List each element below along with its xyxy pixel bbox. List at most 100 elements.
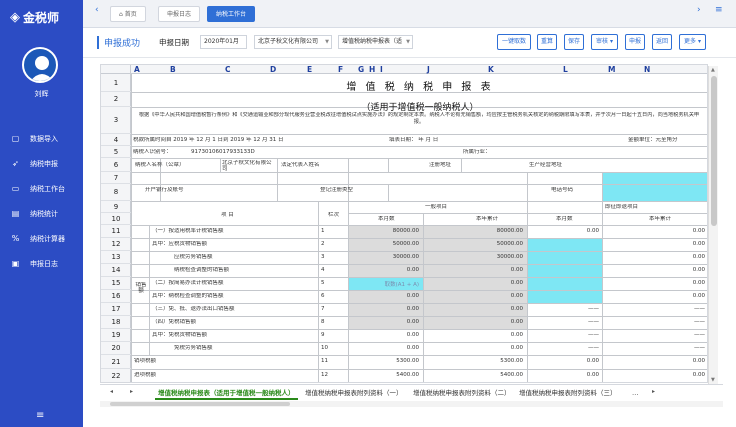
sidebar-item-data-import[interactable]: ▢ 数据导入 (0, 126, 83, 151)
column-label[interactable]: N (644, 65, 650, 74)
row-number[interactable]: 6 (101, 158, 131, 172)
general-year-value[interactable]: 0.00 (427, 293, 523, 299)
general-this-month-value[interactable]: 0.00 (351, 319, 419, 325)
immediate-this-month-value[interactable]: —— (529, 332, 599, 338)
row-number[interactable]: 5 (101, 146, 131, 158)
row-number[interactable]: 4 (101, 134, 131, 146)
row-number[interactable]: 21 (101, 355, 131, 369)
sheet-tabs-more[interactable]: … (629, 387, 642, 400)
immediate-this-month-value[interactable]: 0.00 (529, 372, 599, 378)
submit-button[interactable]: 申报 (625, 34, 645, 50)
general-this-month-value[interactable]: 5400.00 (351, 372, 419, 378)
column-label[interactable]: F (338, 65, 343, 74)
sheet-tab-schedule-3[interactable]: 增值税纳税申报表附列资料（三） (516, 387, 620, 400)
immediate-year-value[interactable]: 0.00 (605, 254, 705, 260)
sheet-horizontal-scrollbar[interactable] (100, 401, 723, 407)
tab-tax-workbench[interactable]: 纳税工作台 (207, 6, 256, 22)
scroll-thumb[interactable] (711, 76, 717, 226)
general-year-value[interactable]: 0.00 (427, 345, 523, 351)
sheet-tab-schedule-2[interactable]: 增值税纳税申报表附列资料（二） (410, 387, 514, 400)
general-year-value[interactable]: 80000.00 (427, 228, 523, 234)
tab-filing-log[interactable]: 申报日志 (158, 6, 201, 22)
immediate-this-month-value[interactable]: 0.00 (529, 228, 599, 234)
chevron-left-icon[interactable]: ‹ (95, 5, 99, 15)
immediate-year-value[interactable]: —— (605, 332, 705, 338)
sheet-vertical-scrollbar[interactable]: ▲ ▼ (708, 66, 718, 384)
general-year-value[interactable]: 50000.00 (427, 241, 523, 247)
back-button[interactable]: 返回 (652, 34, 672, 50)
save-button[interactable]: 保存 (564, 34, 584, 50)
menu-lines-icon[interactable]: ≡ (715, 5, 723, 15)
sheet-tab-main-form[interactable]: 增值税纳税申报表（适用于增值税一般纳税人） (155, 387, 298, 400)
row-number[interactable]: 16 (101, 290, 131, 303)
tab-home[interactable]: ⌂ 首页 (110, 6, 146, 22)
immediate-year-value[interactable]: 0.00 (605, 372, 705, 378)
general-year-value[interactable]: 5400.00 (427, 372, 523, 378)
column-label[interactable]: E (307, 65, 312, 74)
row-number[interactable]: 8 (101, 184, 131, 201)
row-number[interactable]: 11 (101, 225, 131, 238)
chevron-right-icon[interactable]: › (697, 5, 701, 15)
general-this-month-value[interactable]: 0.00 (351, 293, 419, 299)
general-this-month-value[interactable]: 30000.00 (351, 254, 419, 260)
general-this-month-value[interactable]: 取数(A1 + A) (351, 280, 419, 288)
immediate-year-value[interactable]: 0.00 (605, 241, 705, 247)
general-this-month-value[interactable]: 5300.00 (351, 358, 419, 364)
column-label[interactable]: D (270, 65, 276, 74)
row-number[interactable]: 14 (101, 264, 131, 277)
recalculate-button[interactable]: 重算 (537, 34, 557, 50)
taxpayer-name-value[interactable]: 北京子秋文化有限公司 (222, 160, 276, 172)
immediate-year-value[interactable]: —— (605, 306, 705, 312)
row-number[interactable]: 2 (101, 92, 131, 107)
general-this-month-value[interactable]: 80000.00 (351, 228, 419, 234)
form-type-select[interactable]: 增值税纳税申报表（适 ▼ (338, 35, 413, 49)
sheet-tab-schedule-1[interactable]: 增值税纳税申报表附列资料（一） (302, 387, 406, 400)
sidebar-item-tax-filing[interactable]: ➶ 纳税申报 (0, 151, 83, 176)
company-select[interactable]: 北京子秋文化有限公司 ▼ (254, 35, 332, 49)
row-number[interactable]: 20 (101, 342, 131, 355)
sidebar-item-tax-workbench[interactable]: ▭ 纳税工作台 (0, 176, 83, 201)
row-number[interactable]: 15 (101, 277, 131, 290)
row-number[interactable]: 17 (101, 303, 131, 316)
review-button[interactable]: 审核 ▾ (591, 34, 618, 50)
sidebar-item-tax-calculator[interactable]: % 纳税计算器 (0, 226, 83, 251)
sidebar-item-filing-log[interactable]: ▣ 申报日志 (0, 251, 83, 276)
sidebar-item-tax-statistics[interactable]: ▤ 纳税统计 (0, 201, 83, 226)
immediate-this-month-value[interactable]: 0.00 (529, 358, 599, 364)
row-number[interactable]: 10 (101, 213, 131, 225)
column-label[interactable]: G (358, 65, 364, 74)
column-label[interactable]: B (170, 65, 176, 74)
immediate-year-value[interactable]: 0.00 (605, 293, 705, 299)
column-label[interactable]: C (225, 65, 231, 74)
general-year-value[interactable]: 0.00 (427, 267, 523, 273)
row-number[interactable]: 22 (101, 369, 131, 382)
more-button[interactable]: 更多 ▾ (679, 34, 706, 50)
immediate-this-month-value[interactable]: —— (529, 345, 599, 351)
row-number[interactable]: 19 (101, 329, 131, 342)
row-number[interactable]: 13 (101, 251, 131, 264)
scroll-thumb[interactable] (110, 402, 290, 406)
immediate-year-value[interactable]: —— (605, 319, 705, 325)
column-label[interactable]: J (427, 65, 430, 74)
column-label[interactable]: I (380, 65, 383, 74)
general-this-month-value[interactable]: 50000.00 (351, 241, 419, 247)
column-label[interactable]: M (608, 65, 615, 74)
menu-icon[interactable]: ≡ (36, 410, 44, 421)
column-label[interactable]: L (563, 65, 568, 74)
general-year-value[interactable]: 0.00 (427, 319, 523, 325)
period-select[interactable]: 2020年01月 (200, 35, 247, 49)
general-year-value[interactable]: 5300.00 (427, 358, 523, 364)
general-this-month-value[interactable]: 0.00 (351, 267, 419, 273)
general-this-month-value[interactable]: 0.00 (351, 332, 419, 338)
chevron-right-icon[interactable]: ▸ (652, 388, 655, 395)
column-label[interactable]: H (369, 65, 375, 74)
immediate-year-value[interactable]: 0.00 (605, 267, 705, 273)
immediate-year-value[interactable]: 0.00 (605, 228, 705, 234)
general-year-value[interactable]: 0.00 (427, 306, 523, 312)
row-number[interactable]: 7 (101, 172, 131, 184)
column-label[interactable]: A (134, 65, 140, 74)
immediate-this-month-value[interactable]: —— (529, 319, 599, 325)
scroll-down-icon[interactable]: ▼ (711, 377, 715, 383)
general-year-value[interactable]: 0.00 (427, 332, 523, 338)
avatar[interactable] (22, 47, 58, 83)
